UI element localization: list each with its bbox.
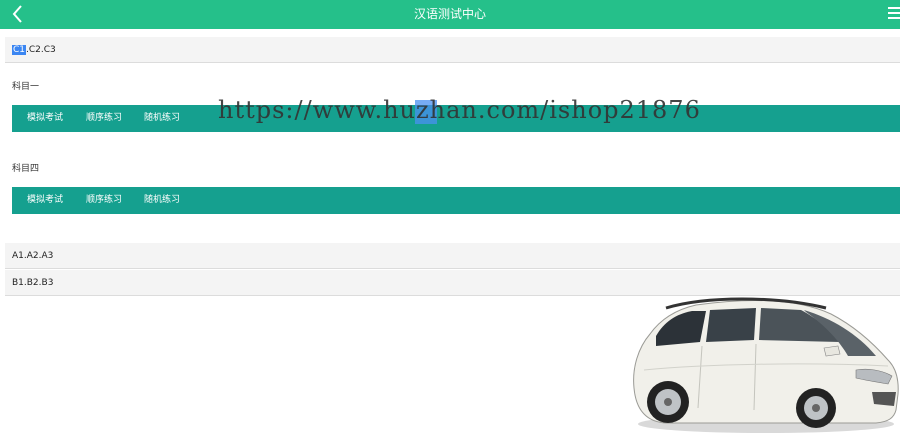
license-selector-rest: .C2.C3 xyxy=(26,45,56,55)
selected-text-highlight: C1 xyxy=(12,45,27,55)
random-practice-button[interactable]: 随机练习 xyxy=(144,187,180,214)
white-minivan-image xyxy=(626,296,900,433)
mock-exam-button[interactable]: 模拟考试 xyxy=(27,187,63,214)
subject-title: 科目四 xyxy=(12,164,40,174)
license-selector-a[interactable]: A1.A2.A3 xyxy=(5,243,900,269)
menu-button[interactable] xyxy=(888,7,900,23)
hamburger-menu-icon xyxy=(888,7,900,9)
subject-actions-bar: 模拟考试 顺序练习 随机练习 xyxy=(12,187,900,214)
mock-exam-button[interactable]: 模拟考试 xyxy=(27,105,63,132)
random-practice-button[interactable]: 随机练习 xyxy=(144,105,180,132)
top-app-bar: 汉语测试中心 xyxy=(0,0,900,29)
sequential-practice-button[interactable]: 顺序练习 xyxy=(86,105,122,132)
license-row-label: A1.A2.A3 xyxy=(12,251,54,261)
watermark-text: https://www.huzhan.com/ishop21876 xyxy=(218,96,701,124)
page: 汉语测试中心 C1.C2.C3 科目一 模拟考试 顺序练习 随机练习 科目四 模… xyxy=(0,0,900,433)
license-selector-b[interactable]: B1.B2.B3 xyxy=(5,270,900,296)
license-selector-c[interactable]: C1.C2.C3 xyxy=(5,37,900,63)
sequential-practice-button[interactable]: 顺序练习 xyxy=(86,187,122,214)
license-row-label: B1.B2.B3 xyxy=(12,278,54,288)
subject-title: 科目一 xyxy=(12,82,40,92)
page-title: 汉语测试中心 xyxy=(413,7,486,21)
